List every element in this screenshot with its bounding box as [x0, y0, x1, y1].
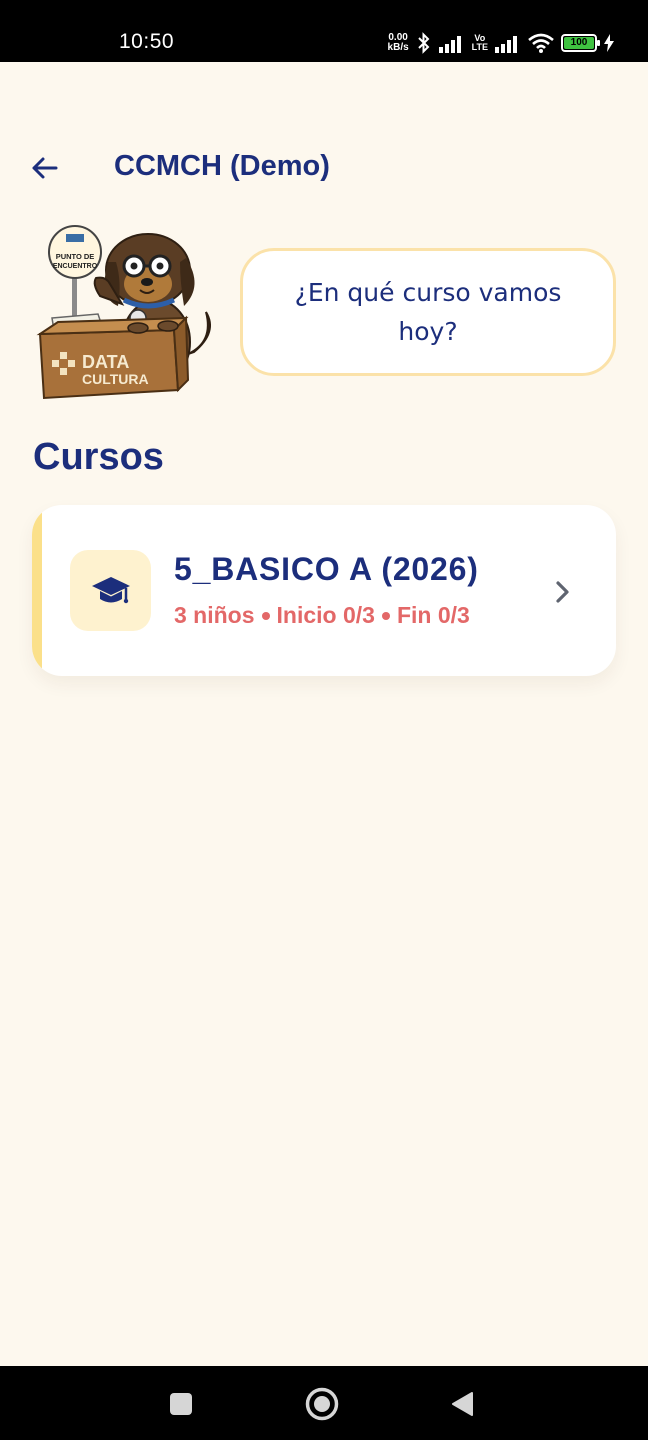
triangle-back-icon: [452, 1392, 473, 1416]
page-title: CCMCH (Demo): [114, 150, 330, 182]
course-kids: 3 niños: [174, 602, 255, 628]
volte-icon: Vo LTE: [471, 33, 488, 52]
course-meta: 3 niños Inicio 0/3 Fin 0/3: [174, 602, 470, 629]
graduation-cap-icon: [91, 576, 130, 603]
course-card[interactable]: 5_BASICO A (2026) 3 niños Inicio 0/3 Fin 0…: [32, 505, 616, 676]
back-nav-button[interactable]: [442, 1384, 482, 1424]
section-title: Cursos: [33, 436, 164, 478]
signal-icon: [438, 36, 461, 53]
status-time: 10:50: [119, 30, 175, 53]
course-icon-box: [70, 550, 151, 631]
separator-dot: [381, 611, 390, 620]
network-speed: 0.00 kB/s: [387, 32, 409, 53]
home-button[interactable]: [302, 1384, 342, 1424]
course-name: 5_BASICO A (2026): [174, 551, 479, 587]
course-inicio: Inicio 0/3: [276, 602, 375, 628]
chevron-right-icon: [556, 581, 569, 603]
recents-button[interactable]: [161, 1384, 201, 1424]
sign-text-2: ENCUENTRO: [53, 263, 98, 270]
sign-text-1: PUNTO DE: [56, 252, 95, 261]
wifi-icon: [528, 33, 554, 53]
signal-icon-2: [495, 36, 517, 53]
status-icons: 0.00 kB/s Vo LTE 100: [388, 30, 614, 56]
course-fin: Fin 0/3: [396, 602, 470, 628]
square-icon: [170, 1393, 192, 1415]
separator-dot: [261, 611, 270, 620]
back-button[interactable]: [24, 148, 64, 188]
bluetooth-icon: [417, 32, 430, 54]
logo-text-cultura: CULTURA: [82, 371, 149, 387]
battery-icon: 100: [561, 34, 600, 52]
status-bar: 10:50 0.00 kB/s Vo LTE 100: [0, 0, 648, 62]
charging-icon: [604, 34, 614, 52]
speech-bubble: ¿En qué curso vamos hoy?: [240, 248, 616, 376]
mascot-illustration: PUNTO DE ENCUENTRO DATA CULTURA: [36, 225, 211, 400]
arrow-left-icon: [32, 157, 58, 179]
home-circle-icon: [305, 1387, 339, 1421]
navigation-bar: [0, 1366, 648, 1440]
logo-text-data: DATA: [82, 352, 129, 372]
